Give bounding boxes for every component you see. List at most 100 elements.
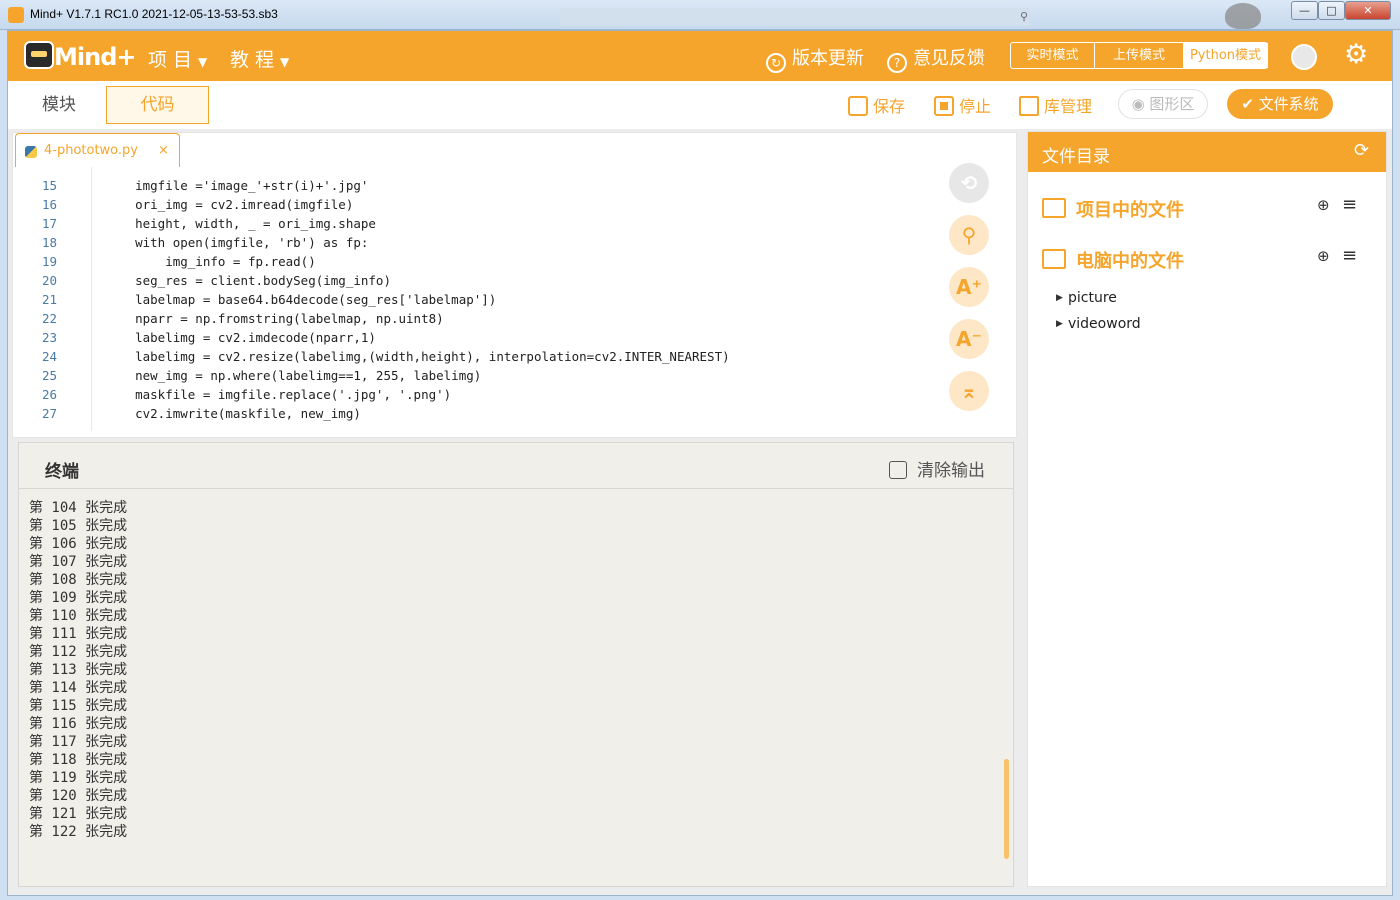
menu-project-label: 项 目 [148,49,193,71]
library-icon [1019,96,1039,116]
terminal-line: 第 110 张完成 [29,608,128,624]
terminal-line: 第 108 张完成 [29,572,128,588]
terminal-line: 第 113 张完成 [29,662,128,678]
check-circle-icon: ✔ [1241,95,1259,113]
menu-icon[interactable]: ≡ [1342,194,1357,215]
terminal-line: 第 122 张完成 [29,824,128,840]
font-decrease-icon[interactable]: A⁻ [949,319,989,359]
terminal-header: 终端 清除输出 [19,443,1013,489]
tab-code[interactable]: 代码 [106,86,209,124]
code-text: nparr = np.fromstring(labelmap, np.uint8… [105,311,444,326]
python-file-icon [25,146,37,158]
line-number: 25 [41,368,57,383]
graphics-label: 图形区 [1149,95,1195,113]
line-number: 17 [41,216,57,231]
file-tab[interactable]: 4-phototwo.py × [15,133,180,167]
version-update-link[interactable]: ↻ 版本更新 [766,44,864,73]
window-titlebar: Mind+ V1.7.1 RC1.0 2021-12-05-13-53-53.s… [0,0,1400,30]
code-text: seg_res = client.bodySeg(img_info) [105,273,391,288]
terminal-line: 第 121 张完成 [29,806,128,822]
app-frame: Mind+ 项 目 ▼ 教 程 ▼ ↻ 版本更新 ? 意见反馈 实时模式 上传模式 Py… [7,30,1393,896]
terminal-line: 第 115 张完成 [29,698,128,714]
file-tab-name: 4-phototwo.py [44,143,138,158]
code-text: img_info = fp.read() [105,254,316,269]
gear-icon[interactable]: ⚙ [1344,40,1368,70]
stop-button[interactable]: 停止 [934,93,991,117]
blurred-avatar [1225,3,1261,29]
tree-item-picture[interactable]: ▶ picture [1056,290,1356,310]
save-button[interactable]: 保存 [848,93,905,117]
feedback-link[interactable]: ? 意见反馈 [887,44,985,73]
terminal-line: 第 109 张完成 [29,590,128,606]
user-avatar[interactable] [1291,44,1317,70]
filesystem-label: 文件系统 [1258,95,1319,113]
terminal-line: 第 114 张完成 [29,680,128,696]
terminal-line: 第 120 张完成 [29,788,128,804]
terminal-scrollbar[interactable] [1004,759,1009,859]
code-text: imgfile ='image_'+str(i)+'.jpg' [105,178,369,193]
maximize-button[interactable]: □ [1318,1,1345,20]
file-directory-header: 文件目录 ⟳ [1028,132,1386,172]
code-text: with open(imgfile, 'rb') as fp: [105,235,369,250]
line-number: 20 [41,273,57,288]
project-files-section[interactable]: 项目中的文件 ⊕ ≡ [1042,194,1378,226]
feedback-label: 意见反馈 [913,48,985,69]
tab-blocks[interactable]: 模块 [10,86,108,124]
add-file-icon[interactable]: ⊕ [1317,196,1330,214]
line-number: 26 [41,387,57,402]
line-number: 27 [41,406,57,421]
mode-upload[interactable]: 上传模式 [1095,43,1183,68]
mode-realtime[interactable]: 实时模式 [1011,43,1095,68]
menu-icon[interactable]: ≡ [1342,245,1357,266]
clear-output-button[interactable]: 清除输出 [889,456,985,481]
computer-files-section[interactable]: 电脑中的文件 ⊕ ≡ [1042,245,1378,277]
stop-label: 停止 [959,97,992,116]
project-files-label: 项目中的文件 [1076,200,1184,221]
mindplus-logo: Mind+ [24,39,136,73]
library-button[interactable]: 库管理 [1019,93,1092,117]
clock-icon: ↻ [766,53,786,73]
chevron-down-icon: ▼ [280,55,290,69]
code-text: labelimg = cv2.resize(labelimg,(width,he… [105,349,730,364]
menu-tutorial[interactable]: 教 程 ▼ [230,45,289,72]
blurred-taskbar-area [560,8,1030,26]
font-increase-icon[interactable]: A⁺ [949,267,989,307]
close-tab-icon[interactable]: × [158,143,169,158]
code-text: cv2.imwrite(maskfile, new_img) [105,406,361,421]
line-number: 21 [41,292,57,307]
menu-tutorial-label: 教 程 [230,49,275,71]
minimize-button[interactable]: — [1291,1,1318,20]
refresh-icon[interactable]: ⟲ [949,163,989,203]
graphics-icon: ◉ [1131,95,1150,113]
expand-arrow-icon: ▶ [1056,293,1063,303]
code-area[interactable]: 15 imgfile ='image_'+str(i)+'.jpg' 16 ori… [13,167,938,431]
eraser-icon [889,461,907,479]
terminal-line: 第 111 张完成 [29,626,128,642]
mode-python[interactable]: Python模式 [1183,43,1268,68]
line-number: 19 [41,254,57,269]
computer-files-label: 电脑中的文件 [1076,251,1184,272]
file-directory-panel: 文件目录 ⟳ 项目中的文件 ⊕ ≡ 电脑中的文件 ⊕ ≡ ▶ picture ▶ v… [1027,131,1387,887]
robot-logo-icon [24,41,54,69]
tree-item-videoword[interactable]: ▶ videoword [1056,316,1356,336]
code-text: ori_img = cv2.imread(imgfile) [105,197,354,212]
terminal-line: 第 112 张完成 [29,644,128,660]
add-file-icon[interactable]: ⊕ [1317,247,1330,265]
line-number: 24 [41,349,57,364]
scroll-top-icon[interactable]: ⌅ [949,371,989,411]
menu-project[interactable]: 项 目 ▼ [148,45,207,72]
terminal-line: 第 116 张完成 [29,716,128,732]
terminal-line: 第 104 张完成 [29,500,128,516]
filesystem-button[interactable]: ✔ 文件系统 [1227,89,1333,119]
search-icon[interactable]: ⚲ [949,215,989,255]
refresh-icon[interactable]: ⟳ [1354,140,1369,161]
graphics-area-button[interactable]: ◉ 图形区 [1118,89,1208,119]
chevron-down-icon: ▼ [198,55,208,69]
close-window-button[interactable]: ✕ [1345,1,1391,20]
code-text: height, width, _ = ori_img.shape [105,216,376,231]
line-number: 22 [41,311,57,326]
code-text: maskfile = imgfile.replace('.jpg', '.png… [105,387,452,402]
terminal-line: 第 107 张完成 [29,554,128,570]
terminal-output: 第 104 张完成第 105 张完成第 106 张完成第 107 张完成第 10… [29,499,989,841]
tree-item-label: picture [1068,290,1117,306]
